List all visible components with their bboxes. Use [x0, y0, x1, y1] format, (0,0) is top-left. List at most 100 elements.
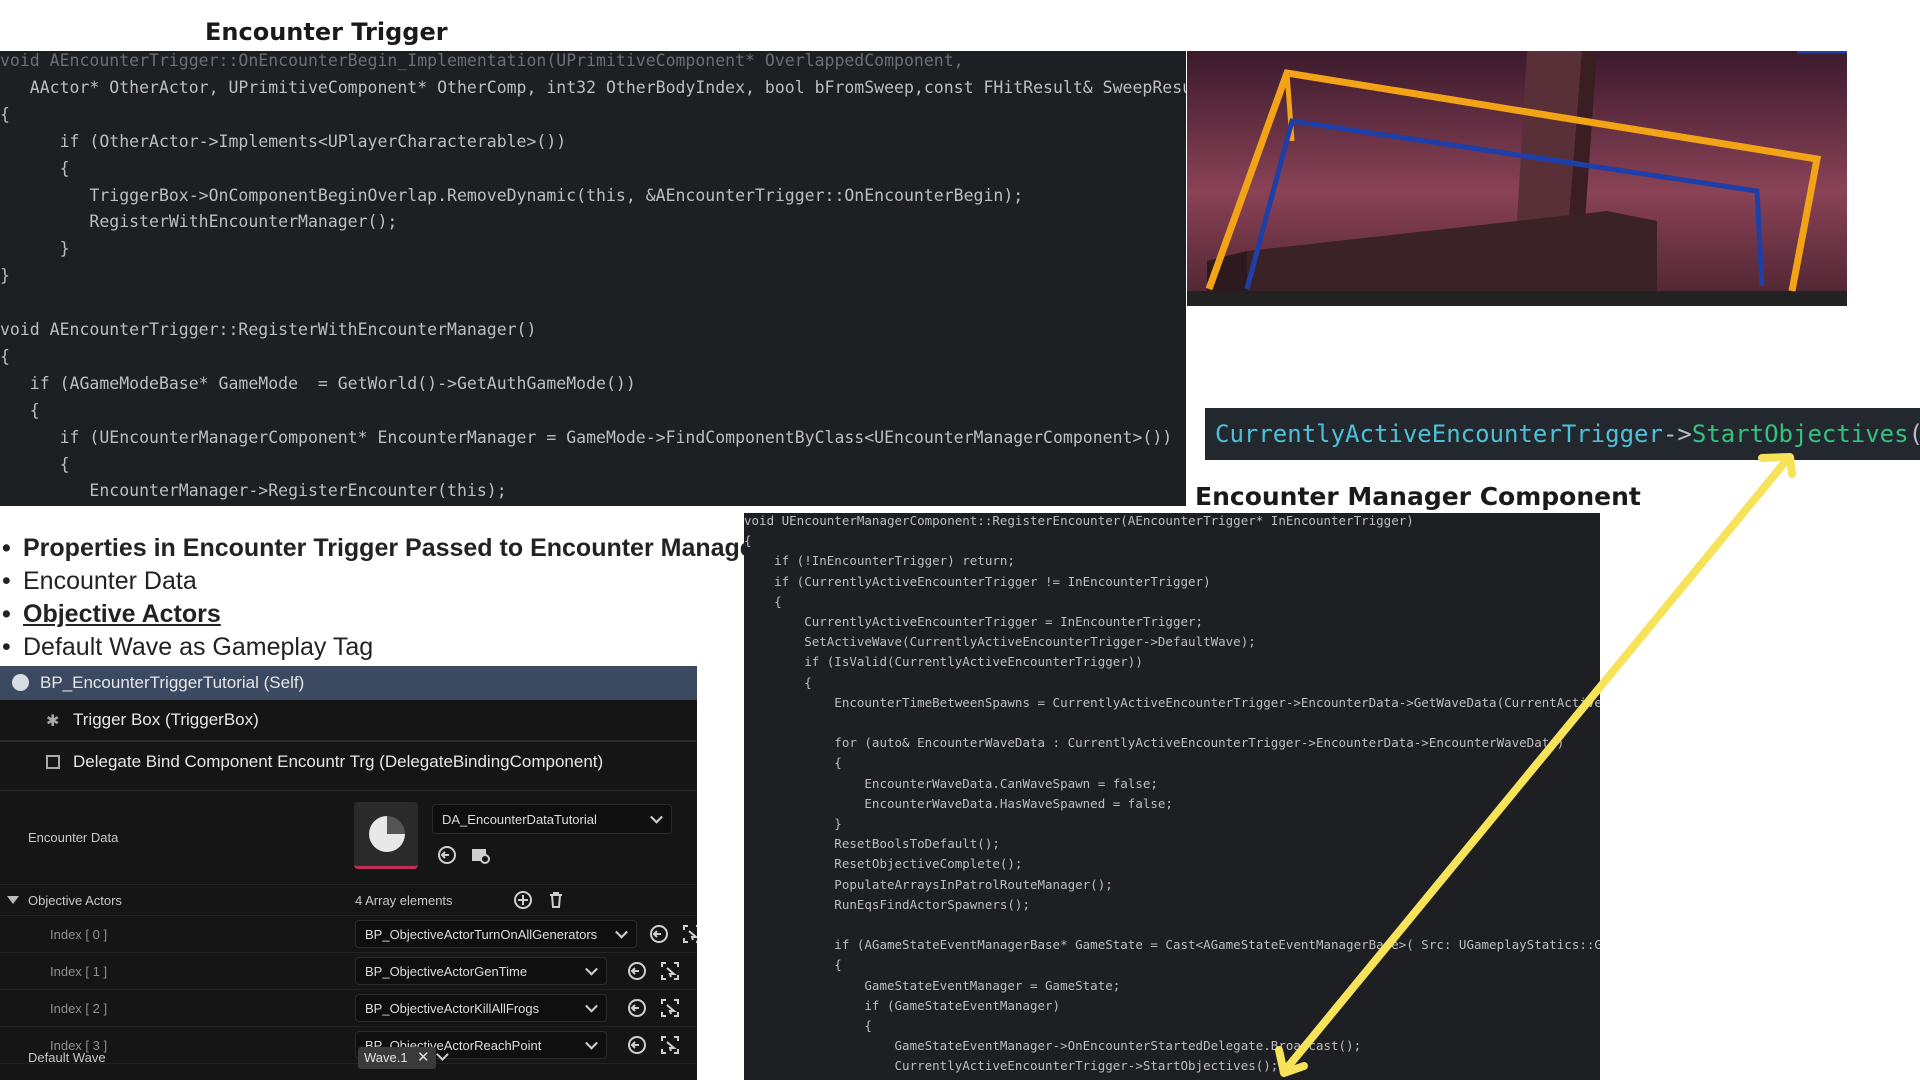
- code-line: }: [0, 239, 70, 259]
- use-selected-arrow-icon[interactable]: [626, 997, 648, 1019]
- code-line: {: [0, 158, 70, 178]
- code-line: {: [744, 593, 782, 609]
- index-actor-dropdown[interactable]: BP_ObjectiveActorGenTime: [355, 957, 607, 985]
- array-count: 4 Array elements: [355, 893, 453, 908]
- chevron-down-icon: [585, 999, 598, 1013]
- code-line: {: [744, 533, 752, 549]
- code-line: void UEncounterManagerComponent::Registe…: [744, 513, 1414, 528]
- code-line: ResetBoolsToDefault();: [744, 836, 1000, 852]
- code-line: CurrentlyActiveEncounterTrigger->StartOb…: [744, 1058, 1279, 1074]
- code-line: AActor* OtherActor, UPrimitiveComponent*…: [0, 77, 1186, 97]
- code-line: SetActiveWave(CurrentlyActiveEncounterTr…: [744, 634, 1256, 650]
- encounter-data-label: Encounter Data: [28, 830, 119, 845]
- section-divider: [0, 790, 697, 791]
- default-wave-label: Default Wave: [28, 1050, 106, 1065]
- close-icon[interactable]: ✕: [417, 1047, 430, 1069]
- index-label: Index [ 0 ]: [50, 927, 108, 942]
- browse-folder-icon[interactable]: [469, 844, 491, 866]
- snippet-parens: (): [1909, 420, 1920, 448]
- properties-bullet-list: Properties in Encounter Trigger Passed t…: [0, 532, 763, 664]
- code-line: {: [0, 400, 40, 420]
- code-line: RegisterWithEncounterManager();: [0, 212, 398, 232]
- add-element-icon[interactable]: [512, 889, 534, 911]
- encounter-data-value: DA_EncounterDataTutorial: [442, 812, 597, 827]
- code-line: ResetObjectiveComplete();: [744, 856, 1023, 872]
- code-line: RunEqsFindActorSpawners();: [744, 896, 1030, 912]
- component-delegate-row[interactable]: Delegate Bind Component Encountr Trg (De…: [0, 742, 697, 782]
- component-delegate-label: Delegate Bind Component Encountr Trg (De…: [73, 752, 604, 771]
- snippet-object: CurrentlyActiveEncounterTrigger: [1215, 420, 1663, 448]
- code-line: {: [0, 454, 70, 474]
- bullet-item: Default Wave as Gameplay Tag: [0, 631, 750, 664]
- index-actor-dropdown[interactable]: BP_ObjectiveActorTurnOnAllGenerators: [355, 920, 637, 948]
- code-line: void AEncounterTrigger::OnEncounterBegin…: [0, 51, 964, 70]
- component-self-label: BP_EncounterTriggerTutorial (Self): [40, 673, 305, 692]
- code-line: if (!InEncounterTrigger) return;: [744, 553, 1015, 569]
- bullet-item: Properties in Encounter Trigger Passed t…: [0, 532, 763, 565]
- pick-actor-icon[interactable]: [659, 960, 681, 982]
- code-line: {: [744, 674, 812, 690]
- code-line: {: [744, 755, 842, 771]
- code-line: CurrentlyActiveEncounterTrigger = InEnco…: [744, 614, 1204, 629]
- code-line: void AEncounterTrigger::RegisterWithEnco…: [0, 320, 537, 339]
- pick-actor-icon[interactable]: [659, 997, 681, 1019]
- index-label: Index [ 1 ]: [50, 964, 108, 979]
- code-line: EncounterManager->RegisterEncounter(this…: [0, 481, 507, 501]
- use-selected-arrow-icon[interactable]: [436, 844, 458, 866]
- encounter-data-row: Encounter Data DA_EncounterDataTutorial: [0, 794, 697, 885]
- code-line: EncounterWaveData.CanWaveSpawn = false;: [744, 775, 1158, 791]
- trash-icon[interactable]: [545, 889, 567, 911]
- component-self-row[interactable]: BP_EncounterTriggerTutorial (Self): [0, 666, 697, 700]
- expand-triangle-icon[interactable]: [7, 896, 19, 904]
- code-line: EncounterWaveData.HasWaveSpawned = false…: [744, 795, 1173, 811]
- snippet-operator: ->: [1662, 420, 1692, 448]
- index-actor-dropdown[interactable]: BP_ObjectiveActorKillAllFrogs: [355, 994, 607, 1022]
- use-selected-arrow-icon[interactable]: [648, 923, 670, 945]
- index-actor-value: BP_ObjectiveActorKillAllFrogs: [365, 1001, 540, 1016]
- code-line: if (IsValid(CurrentlyActiveEncounterTrig…: [744, 654, 1143, 670]
- default-wave-row: Default Wave Wave.1 ✕: [0, 1038, 697, 1078]
- default-wave-tag: Wave.1: [364, 1050, 408, 1065]
- encounter-data-dropdown[interactable]: DA_EncounterDataTutorial: [432, 804, 672, 834]
- trigger-box-icon: ✱: [46, 713, 60, 730]
- code-line: {: [0, 346, 10, 366]
- asset-thumbnail[interactable]: [354, 802, 418, 869]
- code-line: if (AGameStateEventManagerBase* GameStat…: [744, 937, 1600, 953]
- pick-actor-icon[interactable]: [681, 923, 697, 945]
- code-line: }: [0, 266, 10, 286]
- bullet-item: Objective Actors: [0, 598, 750, 631]
- delegate-component-icon: [46, 755, 60, 769]
- code-line: if (UEncounterManagerComponent* Encounte…: [0, 427, 1173, 447]
- code-line: if (AGameModeBase* GameMode = GetWorld()…: [0, 373, 636, 393]
- code-line: GameStateEventManager->OnEncounterStarte…: [744, 1038, 1362, 1054]
- bullet-item: Encounter Data: [0, 565, 750, 598]
- default-wave-tag-chip[interactable]: Wave.1 ✕: [358, 1047, 436, 1069]
- encounter-trigger-code-panel: void AEncounterTrigger::OnEncounterBegin…: [0, 51, 1186, 506]
- code-line: TriggerBox->OnComponentBeginOverlap.Remo…: [0, 185, 1024, 205]
- details-panel: BP_EncounterTriggerTutorial (Self) ✱ Tri…: [0, 666, 697, 1080]
- objective-actor-index-row: Index [ 1 ] BP_ObjectiveActorGenTime: [0, 953, 697, 990]
- encounter-trigger-heading: Encounter Trigger: [205, 18, 448, 46]
- index-label: Index [ 2 ]: [50, 1001, 108, 1016]
- index-actor-value: BP_ObjectiveActorGenTime: [365, 964, 528, 979]
- code-line: {: [744, 957, 842, 973]
- code-line: if (OtherActor->Implements<UPlayerCharac…: [0, 131, 567, 151]
- chevron-down-icon: [650, 810, 663, 824]
- chevron-down-icon: [615, 925, 628, 939]
- code-line: {: [0, 104, 10, 124]
- viewport-scene-image: [1187, 51, 1847, 306]
- code-line: for (auto& EncounterWaveData : Currently…: [744, 735, 1565, 751]
- objective-actors-label: Objective Actors: [28, 893, 122, 908]
- snippet-method: StartObjectives: [1691, 420, 1909, 448]
- objective-actor-index-row: Index [ 2 ] BP_ObjectiveActorKillAllFrogs: [0, 990, 697, 1027]
- code-line: GameStateEventManager = GameState;: [744, 977, 1121, 993]
- chevron-down-icon: [585, 962, 598, 976]
- code-line: PopulateArraysInPatrolRouteManager();: [744, 876, 1113, 892]
- objective-actors-row[interactable]: Objective Actors 4 Array elements: [0, 885, 697, 916]
- encounter-manager-code-panel: void UEncounterManagerComponent::Registe…: [744, 513, 1600, 1080]
- use-selected-arrow-icon[interactable]: [626, 960, 648, 982]
- component-trigger-box-row[interactable]: ✱ Trigger Box (TriggerBox): [0, 700, 697, 742]
- start-objectives-snippet: CurrentlyActiveEncounterTrigger->StartOb…: [1205, 408, 1920, 460]
- chevron-down-icon[interactable]: [436, 1048, 449, 1061]
- index-actor-value: BP_ObjectiveActorTurnOnAllGenerators: [365, 927, 598, 942]
